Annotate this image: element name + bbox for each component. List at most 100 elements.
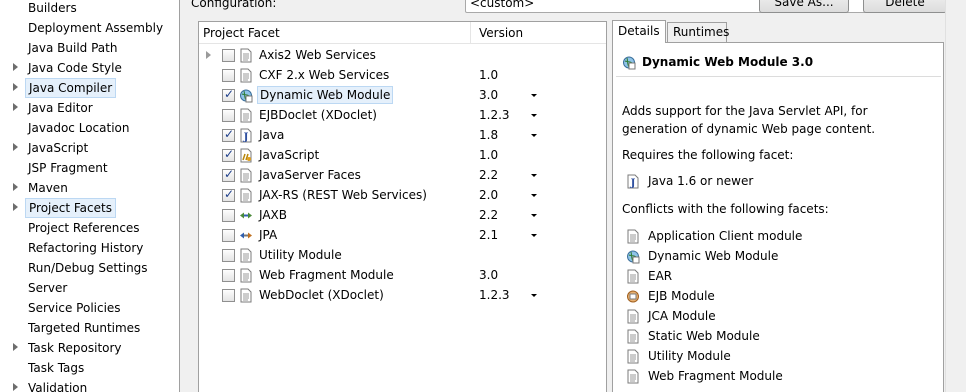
- nav-item-label: Run/Debug Settings: [28, 261, 148, 275]
- facet-name: Java: [259, 128, 285, 142]
- facet-row[interactable]: EJBDoclet (XDoclet) 1.2.3: [199, 105, 606, 125]
- facet-name: JavaScript: [259, 148, 320, 162]
- version-dropdown-icon[interactable]: [531, 294, 537, 297]
- version-dropdown-icon[interactable]: [531, 94, 537, 97]
- facet-version[interactable]: 2.0: [479, 185, 498, 205]
- properties-nav-tree[interactable]: Builders Deployment Assembly Java Build Pa…: [0, 0, 180, 392]
- version-dropdown-icon[interactable]: [531, 234, 537, 237]
- details-list-item-label: JCA Module: [648, 309, 716, 323]
- facet-checkbox[interactable]: [222, 187, 235, 202]
- facet-checkbox[interactable]: [222, 229, 235, 242]
- facet-row[interactable]: JavaServer Faces 2.2: [199, 165, 606, 185]
- facet-name: EJBDoclet (XDoclet): [259, 108, 377, 122]
- nav-item-label: Project Facets: [25, 198, 116, 218]
- tab-details[interactable]: Details: [612, 20, 666, 43]
- facet-row[interactable]: Utility Module: [199, 245, 606, 265]
- facet-row[interactable]: CXF 2.x Web Services 1.0: [199, 65, 606, 85]
- facet-checkbox[interactable]: [222, 249, 235, 262]
- facet-checkbox[interactable]: [222, 69, 235, 82]
- project-facets-table[interactable]: Project Facet Version Axis2 Web Services…: [198, 21, 607, 392]
- facet-checkbox[interactable]: [222, 127, 235, 142]
- facet-row[interactable]: JAXB 2.2: [199, 205, 606, 225]
- configuration-select[interactable]: <custom>: [465, 0, 931, 13]
- nav-item-label: Task Tags: [28, 361, 85, 375]
- expand-arrow-icon[interactable]: [13, 83, 18, 91]
- expand-arrow-icon[interactable]: [13, 183, 18, 191]
- details-divider: [616, 76, 941, 77]
- document-icon: [239, 48, 253, 63]
- jpa-icon: [239, 228, 253, 243]
- facet-version: 3.0: [479, 268, 499, 282]
- nav-item-label: Validation: [28, 381, 88, 392]
- expand-arrow-icon[interactable]: [206, 51, 211, 59]
- nav-item-label: Targeted Runtimes: [28, 321, 141, 335]
- version-dropdown-icon[interactable]: [531, 134, 537, 137]
- tab-runtimes[interactable]: Runtimes: [667, 22, 729, 42]
- web-module-icon: [622, 55, 636, 70]
- facet-row[interactable]: WebDoclet (XDoclet) 1.2.3: [199, 285, 606, 305]
- document-icon: [239, 248, 253, 263]
- facet-version[interactable]: 1.2.3: [479, 285, 510, 305]
- nav-item-label: Project References: [28, 221, 140, 235]
- nav-item-label: Java Editor: [28, 101, 93, 115]
- facet-version[interactable]: 2.2: [479, 165, 498, 185]
- expand-arrow-icon[interactable]: [13, 103, 18, 111]
- facet-checkbox[interactable]: [222, 209, 235, 222]
- facet-row[interactable]: JPA 2.1: [199, 225, 606, 245]
- java-icon: J: [626, 174, 639, 189]
- svg-text:J: J: [243, 132, 249, 143]
- facet-row[interactable]: Axis2 Web Services: [199, 45, 606, 65]
- document-icon: [239, 288, 253, 303]
- document-icon: [239, 108, 253, 123]
- web-module-icon: [239, 88, 253, 103]
- facet-checkbox[interactable]: [222, 147, 235, 162]
- facet-row[interactable]: JavaScript 1.0: [199, 145, 606, 165]
- facet-name: JPA: [259, 228, 278, 242]
- expand-arrow-icon[interactable]: [13, 343, 18, 351]
- requires-label: Requires the following facet:: [622, 148, 794, 162]
- expand-arrow-icon[interactable]: [13, 203, 18, 211]
- save-as-button[interactable]: Save As...: [759, 0, 849, 13]
- version-dropdown-icon[interactable]: [531, 194, 537, 197]
- facet-checkbox[interactable]: [222, 269, 235, 282]
- document-icon: [626, 269, 639, 284]
- nav-item-label: Maven: [28, 181, 68, 195]
- details-list-item-label: Static Web Module: [648, 329, 760, 343]
- facet-row[interactable]: JAX-RS (REST Web Services) 2.0: [199, 185, 606, 205]
- facet-row[interactable]: Web Fragment Module 3.0: [199, 265, 606, 285]
- expand-arrow-icon[interactable]: [13, 63, 18, 71]
- facet-checkbox[interactable]: [222, 109, 235, 122]
- facet-version[interactable]: 3.0: [479, 85, 498, 105]
- facet-version[interactable]: 1.2.3: [479, 105, 510, 125]
- facet-version[interactable]: 2.2: [479, 205, 498, 225]
- facet-checkbox[interactable]: [222, 167, 235, 182]
- column-header-version[interactable]: Version: [475, 22, 605, 44]
- details-description-line-2: generation of dynamic Web page content.: [622, 122, 876, 136]
- conflicts-label: Conflicts with the following facets:: [622, 202, 829, 216]
- details-list-item-label: EJB Module: [648, 289, 715, 303]
- facet-name: WebDoclet (XDoclet): [259, 288, 384, 302]
- facet-checkbox[interactable]: [222, 87, 235, 102]
- expand-arrow-icon[interactable]: [13, 143, 18, 151]
- version-dropdown-icon[interactable]: [531, 214, 537, 217]
- facet-name: Web Fragment Module: [259, 268, 394, 282]
- expand-arrow-icon[interactable]: [13, 383, 18, 391]
- jaxb-icon: [239, 208, 253, 223]
- details-content: Dynamic Web Module 3.0 Adds support for …: [612, 42, 944, 392]
- version-dropdown-icon[interactable]: [531, 174, 537, 177]
- facet-row[interactable]: Dynamic Web Module 3.0: [199, 85, 606, 105]
- version-dropdown-icon[interactable]: [531, 114, 537, 117]
- facet-version[interactable]: 1.8: [479, 125, 498, 145]
- column-header-project-facet[interactable]: Project Facet: [199, 22, 471, 44]
- configuration-bar: Configuration: <custom> Save As... Delet…: [181, 0, 966, 16]
- facet-name: JAX-RS (REST Web Services): [259, 188, 427, 202]
- delete-button[interactable]: Delete: [863, 0, 947, 13]
- details-list-item-label: Java 1.6 or newer: [648, 174, 754, 188]
- facet-checkbox[interactable]: [222, 49, 235, 62]
- facet-checkbox[interactable]: [222, 289, 235, 302]
- facet-row[interactable]: J Java 1.8: [199, 125, 606, 145]
- vertical-scrollbar[interactable]: [945, 0, 966, 392]
- facet-version[interactable]: 2.1: [479, 225, 498, 245]
- document-icon: [626, 349, 639, 364]
- details-panel: Details Runtimes Dynamic Web Module 3.0 …: [612, 20, 944, 392]
